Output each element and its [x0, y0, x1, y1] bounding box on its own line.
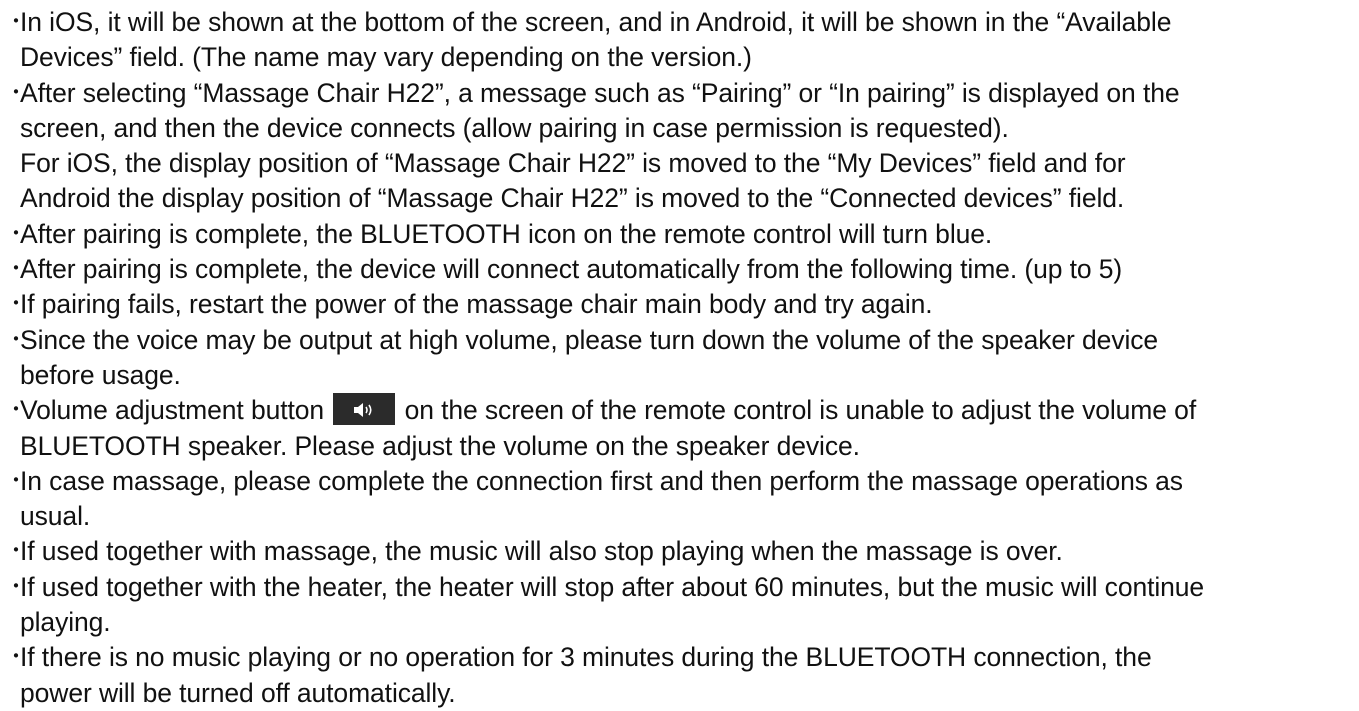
bullet: ・ — [6, 575, 26, 598]
bullet: ・ — [6, 81, 26, 104]
note-text: power will be turned off automatically. — [20, 677, 456, 708]
note-line-continued: screen, and then the device connects (al… — [0, 111, 1359, 146]
note-line: ・ Since the voice may be output at high … — [0, 323, 1359, 358]
note-line: ・ If there is no music playing or no ope… — [0, 640, 1359, 675]
note-text: usual. — [20, 501, 91, 532]
note-line: ・ After pairing is complete, the BLUETOO… — [0, 217, 1359, 252]
note-text: After selecting “Massage Chair H22”, a m… — [20, 77, 1180, 108]
note-line-continued: power will be turned off automatically. — [0, 676, 1359, 711]
bullet: ・ — [6, 222, 26, 245]
note-line: ・ If pairing fails, restart the power of… — [0, 287, 1359, 322]
bullet: ・ — [6, 399, 26, 422]
bullet: ・ — [6, 293, 26, 316]
note-text: In case massage, please complete the con… — [20, 465, 1183, 496]
note-text: After pairing is complete, the BLUETOOTH… — [20, 218, 993, 249]
note-text: In iOS, it will be shown at the bottom o… — [20, 7, 1172, 37]
bullet: ・ — [6, 469, 26, 492]
note-text: If pairing fails, restart the power of t… — [20, 289, 933, 320]
note-text: before usage. — [20, 359, 181, 390]
volume-button-illustration — [333, 393, 396, 426]
note-text: Devices” field. (The name may vary depen… — [20, 42, 752, 73]
note-text: playing. — [20, 607, 111, 638]
note-text: BLUETOOTH speaker. Please adjust the vol… — [20, 430, 860, 461]
note-line-continued: Android the display position of “Massage… — [0, 181, 1359, 216]
note-line: ・ After pairing is complete, the device … — [0, 252, 1359, 287]
note-text: If used together with the heater, the he… — [20, 571, 1205, 602]
note-text: If used together with massage, the music… — [20, 536, 1063, 567]
note-line: ・ In iOS, it will be shown at the bottom… — [0, 5, 1359, 40]
note-line: ・ If used together with massage, the mus… — [0, 534, 1359, 569]
note-line: ・ If used together with the heater, the … — [0, 570, 1359, 605]
note-line: ・ In case massage, please complete the c… — [0, 464, 1359, 499]
note-line: ・ After selecting “Massage Chair H22”, a… — [0, 76, 1359, 111]
bullet: ・ — [6, 540, 26, 563]
note-text: on the screen of the remote control is u… — [404, 395, 1197, 426]
note-text: For iOS, the display position of “Massag… — [20, 148, 1126, 179]
speaker-volume-icon — [354, 403, 372, 418]
note-line-continued: usual. — [0, 499, 1359, 534]
note-line-continued: Devices” field. (The name may vary depen… — [0, 40, 1359, 75]
note-line-continued: BLUETOOTH speaker. Please adjust the vol… — [0, 429, 1359, 464]
bullet: ・ — [6, 11, 26, 33]
bullet: ・ — [6, 258, 26, 281]
note-line: ・ Volume adjustment button on the screen… — [0, 393, 1359, 428]
note-text: If there is no music playing or no opera… — [20, 642, 1152, 673]
bullet: ・ — [6, 328, 26, 351]
note-text: Volume adjustment button — [20, 395, 325, 426]
note-text: Android the display position of “Massage… — [20, 183, 1125, 214]
bullet: ・ — [6, 646, 26, 669]
note-text: Since the voice may be output at high vo… — [20, 324, 1159, 355]
note-line-continued: before usage. — [0, 358, 1359, 393]
bluetooth-notes-document: ・ In iOS, it will be shown at the bottom… — [0, 5, 1359, 711]
note-line-continued: playing. — [0, 605, 1359, 640]
note-text: screen, and then the device connects (al… — [20, 112, 1009, 143]
note-line-continued: For iOS, the display position of “Massag… — [0, 146, 1359, 181]
note-text: After pairing is complete, the device wi… — [20, 254, 1123, 285]
